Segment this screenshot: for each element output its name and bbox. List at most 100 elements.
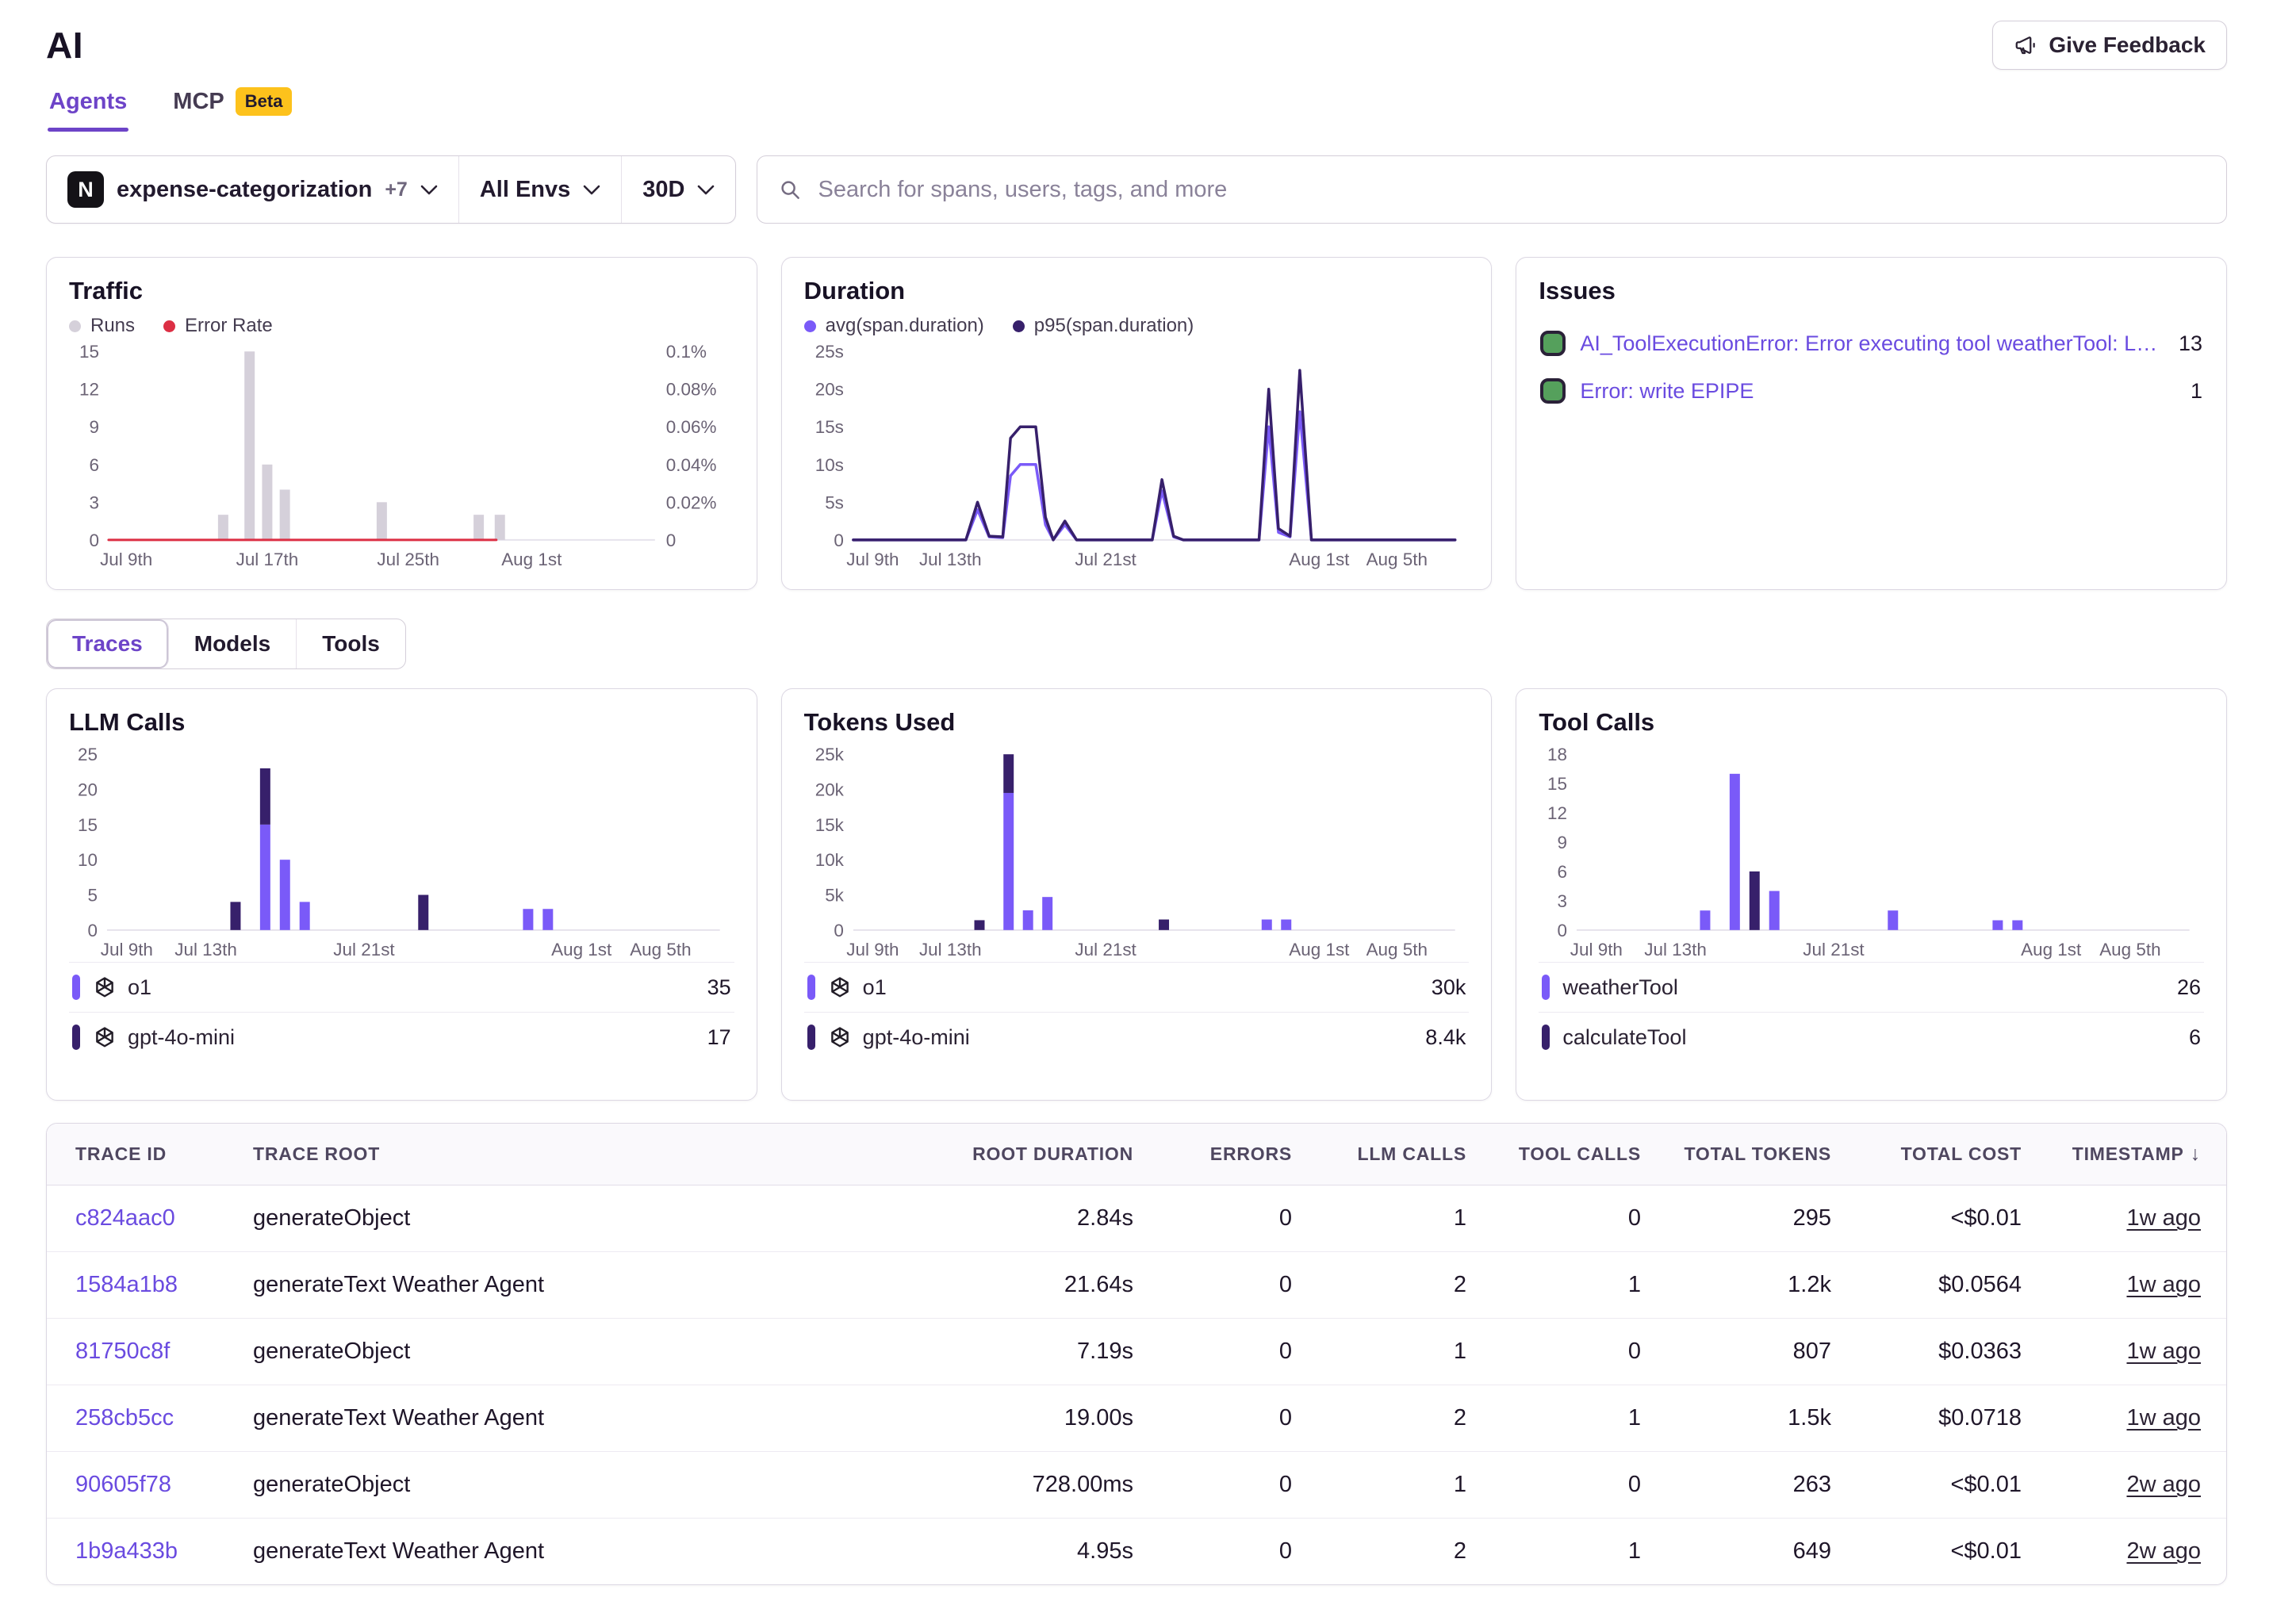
trace-id-link[interactable]: c824aac0 [75,1205,175,1231]
svg-text:0.06%: 0.06% [666,417,717,437]
issue-row[interactable]: Error: write EPIPE 1 [1539,367,2204,415]
series-value: 35 [707,975,731,1000]
duration-card: Duration avg(span.duration) p95(span.dur… [781,257,1493,590]
trace-cell-time[interactable]: 2w ago [2037,1519,2227,1585]
trace-cell-id[interactable]: 90605f78 [47,1452,237,1519]
trace-timestamp[interactable]: 1w ago [2126,1205,2201,1231]
trace-cell-id[interactable]: 258cb5cc [47,1385,237,1452]
tool-calls-title: Tool Calls [1539,708,2204,737]
trace-cell-id[interactable]: 1b9a433b [47,1519,237,1585]
nextjs-logo-icon: N [67,171,104,208]
svg-text:10k: 10k [815,850,844,870]
trace-timestamp[interactable]: 1w ago [2126,1405,2201,1431]
trace-cell-time[interactable]: 1w ago [2037,1252,2227,1319]
trace-id-link[interactable]: 258cb5cc [75,1405,174,1431]
col-trace-id[interactable]: Trace ID [47,1124,237,1185]
col-total-tokens[interactable]: Total Tokens [1657,1124,1847,1185]
beta-badge: Beta [236,87,293,116]
trace-cell-time[interactable]: 1w ago [2037,1385,2227,1452]
legend-item[interactable]: gpt-4o-mini 8.4k [804,1012,1470,1062]
issue-link[interactable]: Error: write EPIPE [1580,379,2176,404]
trace-cell-cost: $0.0564 [1847,1252,2037,1319]
trace-timestamp[interactable]: 1w ago [2126,1339,2201,1364]
tab-agents[interactable]: Agents [48,82,128,132]
issue-link[interactable]: AI_ToolExecutionError: Error executing t… [1580,331,2164,356]
trace-row[interactable]: 258cb5ccgenerateText Weather Agent19.00s… [47,1385,2227,1452]
tab-mcp[interactable]: MCP Beta [171,82,293,132]
project-extra-count: +7 [385,178,408,201]
trace-cell-id[interactable]: c824aac0 [47,1185,237,1252]
legend-avg-label: avg(span.duration) [826,315,984,337]
trace-id-link[interactable]: 81750c8f [75,1339,170,1364]
error-level-icon [1540,331,1566,356]
trace-id-link[interactable]: 1b9a433b [75,1538,178,1564]
tokens-used-title: Tokens Used [804,708,1470,737]
trace-cell-root: generateObject [237,1452,634,1519]
svg-text:Aug 5th: Aug 5th [630,940,691,959]
trace-cell-time[interactable]: 2w ago [2037,1452,2227,1519]
issues-list: AI_ToolExecutionError: Error executing t… [1539,320,2204,415]
trace-id-link[interactable]: 90605f78 [75,1472,171,1497]
col-timestamp[interactable]: Timestamp↓ [2037,1124,2227,1185]
subtab-models[interactable]: Models [169,619,297,668]
legend-item[interactable]: o1 30k [804,962,1470,1012]
trace-timestamp[interactable]: 2w ago [2126,1538,2201,1564]
date-range-select[interactable]: 30D [621,156,735,223]
trace-cell-llm_calls: 2 [1308,1252,1482,1319]
project-select[interactable]: N expense-categorization +7 [47,156,458,223]
trace-row[interactable]: 1584a1b8generateText Weather Agent21.64s… [47,1252,2227,1319]
trace-cell-id[interactable]: 81750c8f [47,1319,237,1385]
legend-item[interactable]: weatherTool 26 [1539,962,2204,1012]
trace-cell-id[interactable]: 1584a1b8 [47,1252,237,1319]
svg-text:Jul 13th: Jul 13th [1645,940,1708,959]
legend-item[interactable]: gpt-4o-mini 17 [69,1012,734,1062]
llm-calls-chart: 0510152025Jul 9thJul 13thJul 21stAug 1st… [69,743,734,962]
col-errors[interactable]: Errors [1149,1124,1308,1185]
svg-text:Aug 1st: Aug 1st [1289,550,1350,569]
svg-text:25k: 25k [815,745,844,764]
svg-text:15: 15 [1547,774,1567,794]
svg-text:0: 0 [1558,921,1568,940]
col-tool-calls[interactable]: Tool Calls [1482,1124,1657,1185]
svg-text:Jul 21st: Jul 21st [1803,940,1865,959]
svg-text:25: 25 [78,745,98,764]
trace-timestamp[interactable]: 2w ago [2126,1472,2201,1497]
col-total-cost[interactable]: Total Cost [1847,1124,2037,1185]
trace-cell-time[interactable]: 1w ago [2037,1185,2227,1252]
legend-p95-duration: p95(span.duration) [1013,315,1194,337]
trace-timestamp[interactable]: 1w ago [2126,1272,2201,1297]
trace-cell-root: generateText Weather Agent [237,1385,634,1452]
svg-text:18: 18 [1547,745,1567,764]
col-root-duration[interactable]: Root Duration [634,1124,1149,1185]
svg-text:Jul 17th: Jul 17th [236,550,299,569]
subtab-tools[interactable]: Tools [297,619,405,668]
trace-cell-time[interactable]: 1w ago [2037,1319,2227,1385]
series-color-chip [807,1025,815,1050]
svg-text:Jul 9th: Jul 9th [1570,940,1623,959]
subtab-traces[interactable]: Traces [47,619,169,668]
col-llm-calls[interactable]: LLM Calls [1308,1124,1482,1185]
svg-text:Jul 21st: Jul 21st [333,940,395,959]
search-input[interactable] [816,176,2206,204]
trace-row[interactable]: c824aac0generateObject2.84s010295<$0.011… [47,1185,2227,1252]
traffic-card-title: Traffic [69,277,734,305]
give-feedback-button[interactable]: Give Feedback [1992,21,2227,70]
series-name: gpt-4o-mini [128,1025,235,1050]
llm-calls-card: LLM Calls 0510152025Jul 9thJul 13thJul 2… [46,688,757,1101]
trace-cell-cost: <$0.01 [1847,1185,2037,1252]
tab-mcp-label: MCP [173,89,224,115]
legend-item[interactable]: o1 35 [69,962,734,1012]
trace-row[interactable]: 1b9a433bgenerateText Weather Agent4.95s0… [47,1519,2227,1585]
legend-item[interactable]: calculateTool 6 [1539,1012,2204,1062]
search-box[interactable] [757,155,2227,224]
trace-id-link[interactable]: 1584a1b8 [75,1272,178,1297]
series-value: 30k [1432,975,1466,1000]
environment-select[interactable]: All Envs [458,156,621,223]
issue-row[interactable]: AI_ToolExecutionError: Error executing t… [1539,320,2204,367]
trace-row[interactable]: 90605f78generateObject728.00ms010263<$0.… [47,1452,2227,1519]
svg-text:0.1%: 0.1% [666,342,707,362]
duration-legend: avg(span.duration) p95(span.duration) [804,315,1470,337]
trace-cell-llm_calls: 1 [1308,1185,1482,1252]
col-trace-root[interactable]: Trace Root [237,1124,634,1185]
trace-row[interactable]: 81750c8fgenerateObject7.19s010807$0.0363… [47,1319,2227,1385]
